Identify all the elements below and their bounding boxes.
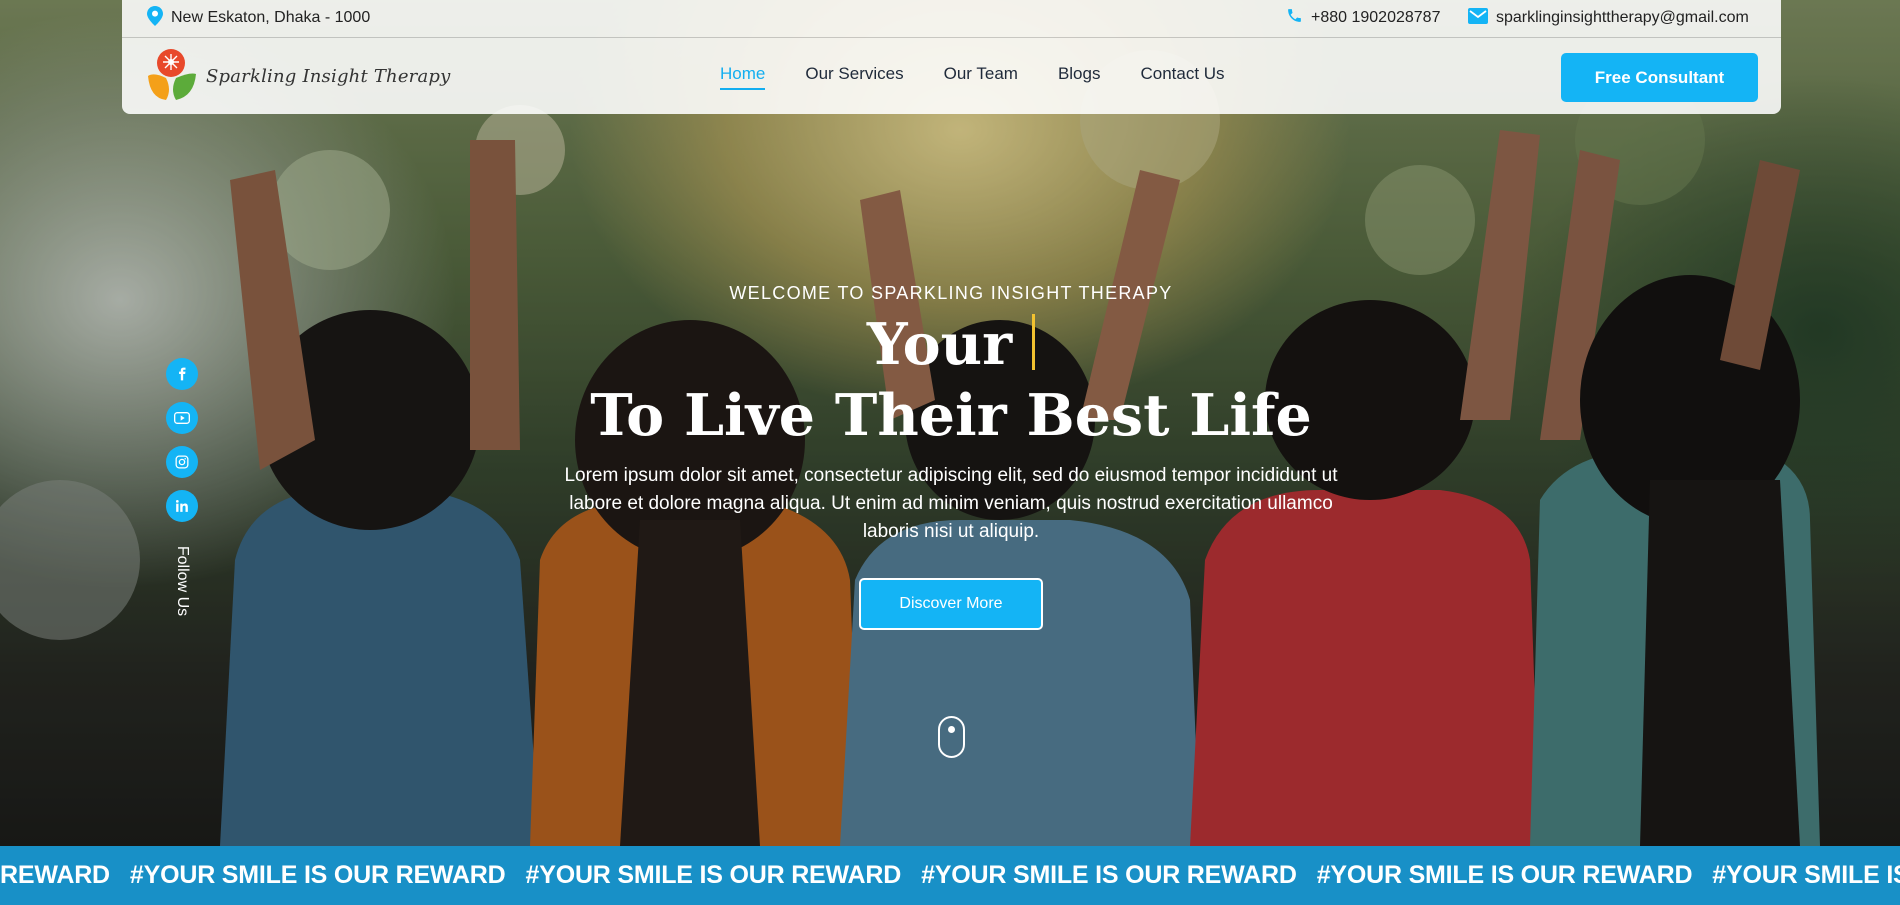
nav-blogs[interactable]: Blogs xyxy=(1058,64,1101,90)
nav-contact-us[interactable]: Contact Us xyxy=(1140,64,1224,90)
phone-info[interactable]: +880 1902028787 xyxy=(1286,7,1440,29)
follow-us-label: Follow Us xyxy=(174,545,192,617)
location-text: New Eskaton, Dhaka - 1000 xyxy=(171,9,371,26)
navbar: Sparkling Insight Therapy Home Our Servi… xyxy=(122,38,1781,114)
email-info[interactable]: sparklinginsighttherapy@gmail.com xyxy=(1468,7,1749,29)
marquee-item: #YOUR SMILE IS OUR REWARD xyxy=(129,861,506,889)
phone-icon xyxy=(1286,7,1311,29)
marquee-banner: REWARD #YOUR SMILE IS OUR REWARD #YOUR S… xyxy=(0,846,1900,905)
main-nav: Home Our Services Our Team Blogs Contact… xyxy=(720,64,1265,90)
topbar: New Eskaton, Dhaka - 1000 +880 190202878… xyxy=(122,0,1781,38)
location-info: New Eskaton, Dhaka - 1000 xyxy=(147,5,371,31)
hero-content: WELCOME TO SPARKLING INSIGHT THERAPY You… xyxy=(540,280,1362,630)
marquee-item: REWARD xyxy=(0,861,110,889)
free-consultant-button[interactable]: Free Consultant xyxy=(1561,53,1758,102)
hero-headline-line-1: Your xyxy=(540,310,1362,380)
marquee-item: #YOUR SMILE IS OUR REWARD xyxy=(921,861,1297,889)
hero-eyebrow: WELCOME TO SPARKLING INSIGHT THERAPY xyxy=(729,283,1173,303)
typing-caret xyxy=(1032,314,1036,370)
location-pin-icon xyxy=(147,5,171,31)
scroll-mouse-icon[interactable] xyxy=(938,716,965,758)
hero-headline-line-2: To Live Their Best Life xyxy=(590,382,1312,449)
social-links xyxy=(166,358,198,534)
marquee-track: REWARD #YOUR SMILE IS OUR REWARD #YOUR S… xyxy=(0,846,1900,905)
logo[interactable]: Sparkling Insight Therapy xyxy=(144,48,451,104)
marquee-item: #YOUR SMILE IS OUR REWARD xyxy=(1712,861,1900,889)
phone-text: +880 1902028787 xyxy=(1311,9,1441,26)
instagram-icon[interactable] xyxy=(166,446,198,478)
discover-more-button[interactable]: Discover More xyxy=(859,578,1043,630)
logo-text: Sparkling Insight Therapy xyxy=(206,65,451,87)
hero-description: Lorem ipsum dolor sit amet, consectetur … xyxy=(564,465,1338,542)
nav-our-team[interactable]: Our Team xyxy=(944,64,1018,90)
nav-our-services[interactable]: Our Services xyxy=(805,64,903,90)
marquee-item: #YOUR SMILE IS OUR REWARD xyxy=(525,861,902,889)
site-header: New Eskaton, Dhaka - 1000 +880 190202878… xyxy=(122,0,1781,114)
youtube-icon[interactable] xyxy=(166,402,198,434)
nav-home[interactable]: Home xyxy=(720,64,766,90)
facebook-icon[interactable] xyxy=(166,358,198,390)
linkedin-icon[interactable] xyxy=(166,490,198,522)
mail-icon xyxy=(1468,7,1496,29)
marquee-item: #YOUR SMILE IS OUR REWARD xyxy=(1316,861,1693,889)
email-text: sparklinginsighttherapy@gmail.com xyxy=(1496,9,1749,26)
logo-mark-icon xyxy=(144,46,200,107)
hero-headline-word: Your xyxy=(866,311,1013,378)
